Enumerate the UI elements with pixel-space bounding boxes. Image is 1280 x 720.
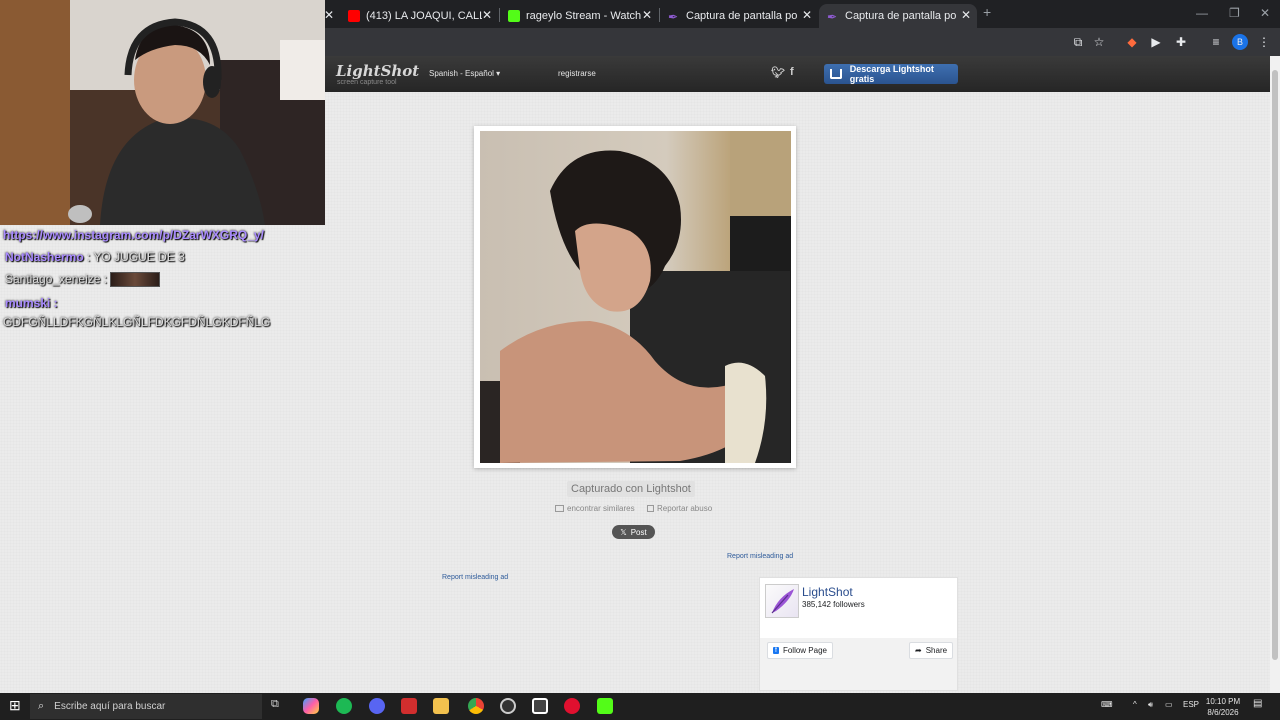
chat-text: : YO JUGUE DE 3 xyxy=(87,250,185,264)
tab-title: rageylo Stream - Watch Live on xyxy=(526,10,642,22)
lightshot-feather-logo[interactable] xyxy=(765,584,799,618)
chat-text: GDFGÑLLDFKGÑLKLGÑLFDKGFDÑLGKDFÑLG xyxy=(3,315,271,329)
close-icon[interactable]: ✕ xyxy=(961,8,971,22)
spotify-icon[interactable] xyxy=(336,698,352,714)
kick-icon xyxy=(508,10,520,22)
minimize-icon[interactable]: — xyxy=(1196,6,1208,20)
search-icon: ⌕ xyxy=(38,700,45,712)
copilot-icon[interactable] xyxy=(303,698,319,714)
restore-icon[interactable]: ❐ xyxy=(1229,6,1240,20)
feather-icon: ✒ xyxy=(668,10,679,24)
tab-lightshot-1[interactable]: ✒ Captura de pantalla por Lightsh ✕ xyxy=(660,4,818,28)
close-icon[interactable]: ✕ xyxy=(642,8,652,22)
logo-subtitle: screen capture tool xyxy=(337,79,397,86)
twitter-icon[interactable]: 🐦︎ xyxy=(771,66,785,79)
chat-username: NotNashermo xyxy=(5,250,84,264)
close-icon[interactable]: ✕ xyxy=(482,8,492,22)
chat-emote-image xyxy=(110,272,161,288)
facebook-followers: 385,142 followers xyxy=(802,600,865,609)
install-app-icon[interactable]: ⧉ xyxy=(1070,34,1086,50)
download-icon xyxy=(830,69,842,79)
screenshot-image xyxy=(480,131,791,463)
windows-taskbar: ⊞ ⌕ Escribe aquí para buscar ⧉ ⌨ ^ 🔊︎ ▭ … xyxy=(0,693,1280,720)
capcut-icon[interactable] xyxy=(532,698,548,714)
chrome-icon[interactable] xyxy=(468,698,484,714)
captured-with-lightshot[interactable]: Capturado con Lightshot xyxy=(567,481,695,497)
tab-lightshot-active[interactable]: ✒ Captura de pantalla por Lightsh ✕ xyxy=(819,4,977,28)
new-tab-button[interactable]: + xyxy=(983,4,991,20)
extension-fox-icon[interactable]: ◆ xyxy=(1124,34,1140,50)
language-select[interactable]: Spanish - Español ▾ xyxy=(429,69,500,78)
scrollbar-thumb[interactable] xyxy=(1272,70,1278,660)
facebook-icon: f xyxy=(773,647,779,654)
notifications-icon[interactable]: ▤ xyxy=(1253,698,1262,709)
obs-icon[interactable] xyxy=(500,698,516,714)
facebook-page-name[interactable]: LightShot xyxy=(802,585,853,599)
report-ad-link[interactable]: Report misleading ad xyxy=(727,553,793,560)
media-controls-icon[interactable]: ≡ xyxy=(1208,34,1224,50)
report-ad-link[interactable]: Report misleading ad xyxy=(442,574,508,581)
task-view-icon[interactable]: ⧉ xyxy=(271,698,287,714)
share-button[interactable]: ➦ Share xyxy=(909,642,954,659)
facebook-actions: f Follow Page ➦ Share xyxy=(760,638,957,690)
close-icon[interactable]: ✕ xyxy=(802,8,812,22)
network-icon[interactable]: ▭ xyxy=(1165,700,1173,709)
webcam-overlay xyxy=(0,0,325,225)
chat-message: NotNashermo : YO JUGUE DE 3 xyxy=(5,250,185,264)
taskbar-clock[interactable]: 10:10 PM 8/6/2026 xyxy=(1200,696,1246,718)
opera-icon[interactable] xyxy=(564,698,580,714)
x-post-button[interactable]: 𝕏 Post xyxy=(612,525,655,539)
volume-icon[interactable]: 🔊︎ xyxy=(1148,700,1153,710)
follow-page-button[interactable]: f Follow Page xyxy=(767,642,833,659)
windows-start-icon[interactable]: ⊞ xyxy=(9,697,25,713)
register-link[interactable]: registrarse xyxy=(558,69,596,78)
input-language[interactable]: ESP xyxy=(1183,700,1199,709)
bookmark-star-icon[interactable]: ☆ xyxy=(1091,34,1107,50)
discord-icon[interactable] xyxy=(369,698,385,714)
tab-youtube[interactable]: (413) LA JOAQUI, CALLEJERO F ✕ xyxy=(340,4,498,28)
screenshot-frame xyxy=(474,126,796,468)
tab-title: (413) LA JOAQUI, CALLEJERO F xyxy=(366,10,482,22)
image-icon xyxy=(555,505,564,512)
lightshot-logo[interactable]: LightShot xyxy=(336,62,419,80)
facebook-page-widget: LightShot 385,142 followers f Follow Pag… xyxy=(759,577,958,691)
file-explorer-icon[interactable] xyxy=(433,698,449,714)
profile-avatar-icon[interactable]: B xyxy=(1232,34,1248,50)
chat-link-message: https://www.instagram.com/p/DZarWXGRQ_y/ xyxy=(3,228,264,242)
keyboard-icon[interactable]: ⌨ xyxy=(1101,700,1113,709)
chat-username: mumski : xyxy=(5,296,58,310)
extensions-puzzle-icon[interactable]: ✚ xyxy=(1173,34,1189,50)
trash-icon xyxy=(647,505,654,512)
share-arrow-icon: ➦ xyxy=(915,646,922,655)
feather-icon: ✒ xyxy=(827,10,838,24)
x-icon: 𝕏 xyxy=(620,527,627,537)
kick-app-icon[interactable] xyxy=(597,698,613,714)
menu-kebab-icon[interactable]: ⋮ xyxy=(1256,34,1272,50)
report-abuse-link[interactable]: Reportar abuso xyxy=(647,504,712,513)
download-button[interactable]: Descarga Lightshot gratis xyxy=(824,64,958,84)
window-close-icon[interactable]: ✕ xyxy=(1260,6,1270,20)
screen: ✕ (413) LA JOAQUI, CALLEJERO F ✕ rageylo… xyxy=(0,0,1280,720)
tray-expand-icon[interactable]: ^ xyxy=(1133,700,1137,709)
chat-message: Santiago_xeneize : xyxy=(5,272,161,288)
chat-username: Santiago_xeneize : xyxy=(5,272,108,286)
youtube-icon xyxy=(348,10,360,22)
tab-title: Captura de pantalla por Lightsh xyxy=(845,10,957,22)
extension-play-icon[interactable]: ▶ xyxy=(1148,34,1164,50)
video-app-icon[interactable] xyxy=(401,698,417,714)
taskbar-search[interactable]: ⌕ Escribe aquí para buscar xyxy=(30,694,262,719)
facebook-icon[interactable]: f xyxy=(790,66,794,78)
tab-title: Captura de pantalla por Lightsh xyxy=(686,10,798,22)
clock-date: 8/6/2026 xyxy=(1207,708,1239,717)
tab-kick[interactable]: rageylo Stream - Watch Live on ✕ xyxy=(500,4,658,28)
find-similar-link[interactable]: encontrar similares xyxy=(555,504,635,513)
clock-time: 10:10 PM xyxy=(1205,697,1241,706)
page-scrollbar[interactable] xyxy=(1270,56,1280,693)
